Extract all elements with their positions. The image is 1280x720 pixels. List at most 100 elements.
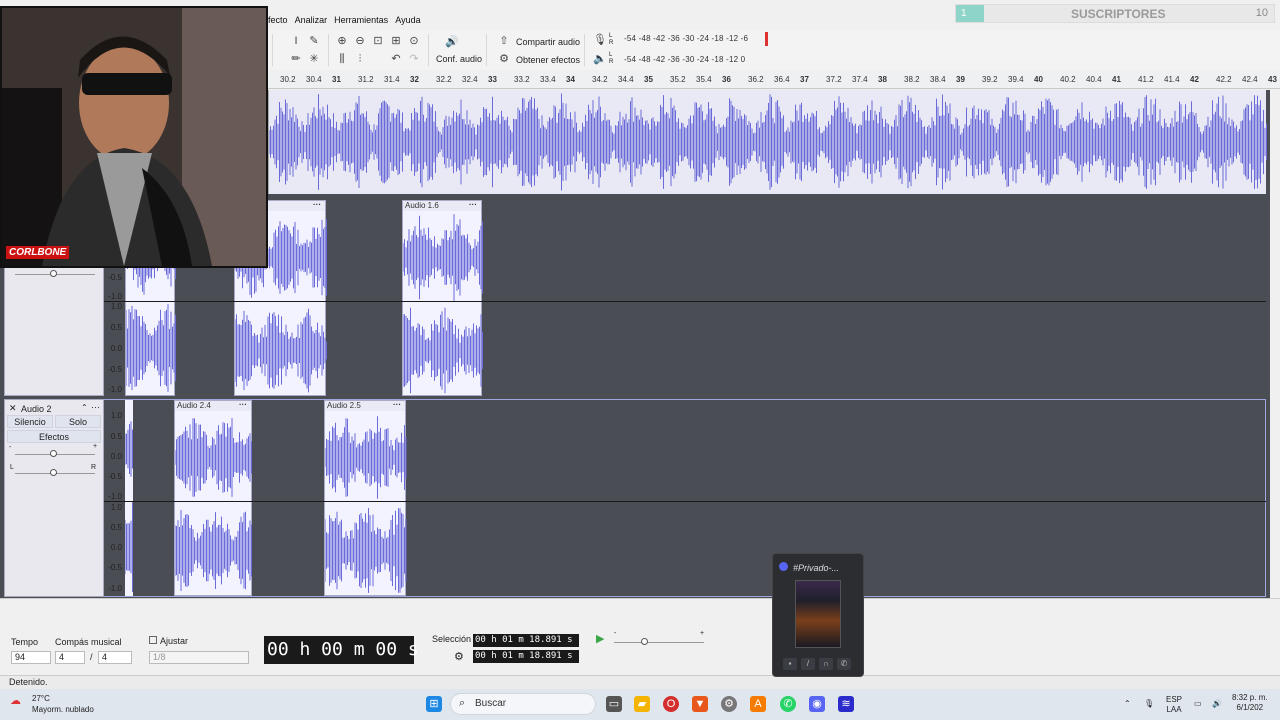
menu-effect[interactable]: fecto (268, 15, 288, 25)
track1-scale-label: 0.0 (110, 344, 122, 353)
clip-menu-icon[interactable]: ··· (239, 400, 247, 410)
mic-icon[interactable]: 🎙 (592, 32, 608, 48)
track2-clip-header[interactable]: Audio 2.5 ··· (325, 400, 405, 411)
zoom-in-icon[interactable]: ⊕ (334, 33, 350, 49)
menu-analyze[interactable]: Analizar (295, 15, 328, 25)
selection-start[interactable]: 00 h 01 m 18.891 s (473, 634, 579, 647)
track2-solo-button[interactable]: Solo (55, 415, 101, 428)
audio-setup-label[interactable]: Conf. audio (436, 54, 482, 64)
audio-setup-icon[interactable]: 🔊 (444, 34, 460, 50)
opera-icon[interactable]: O (663, 696, 679, 712)
popup-thumbnail[interactable] (795, 580, 841, 648)
time-display[interactable]: 00 h 00 m 00 s (264, 636, 419, 664)
draw-tool-icon[interactable]: ✏ (288, 51, 304, 67)
clip-menu-icon[interactable]: ··· (469, 200, 477, 210)
discord-taskbar-icon[interactable]: ◉ (809, 696, 825, 712)
menu-tools[interactable]: Herramientas (334, 15, 388, 25)
ruler-tick-label: 31 (332, 75, 341, 84)
envelope-tool-icon[interactable]: ✎ (306, 33, 322, 49)
record-meter[interactable]: -54 -48 -42 -36 -30 -24 -18 -12 -6 (624, 34, 748, 43)
volume-icon[interactable]: 🔊 (1212, 699, 1222, 709)
weather-widget[interactable]: 27°C Mayorm. nublado (32, 693, 94, 715)
fit-selection-icon[interactable]: ⊡ (370, 33, 386, 49)
ruler-tick-label: 40 (1034, 75, 1043, 84)
start-icon[interactable]: ⊞ (426, 696, 442, 712)
settings-icon[interactable]: ⚙ (721, 696, 737, 712)
selection-end[interactable]: 00 h 01 m 18.891 s (473, 650, 579, 663)
undo-icon[interactable]: ↶ (388, 51, 404, 67)
task-view-icon[interactable]: ▭ (606, 696, 622, 712)
track2-effects-button[interactable]: Efectos (7, 430, 101, 443)
zoom-out-icon[interactable]: ⊖ (352, 33, 368, 49)
zoom-toggle-icon[interactable]: ⊙ (406, 33, 422, 49)
disconnect-icon[interactable]: ✆ (837, 658, 851, 670)
play-at-speed-icon[interactable]: ▶ (596, 632, 604, 645)
clip-menu-icon[interactable]: ··· (313, 200, 321, 210)
selection-settings-icon[interactable]: ⚙ (454, 650, 464, 663)
search-icon: ⌕ (459, 697, 466, 709)
camera-icon[interactable]: ▪ (783, 658, 797, 670)
speaker-icon[interactable]: 🔈 (592, 51, 608, 67)
share-audio-icon[interactable]: ⇧ (496, 33, 512, 49)
track2-name[interactable]: Audio 2 (21, 404, 52, 414)
get-effects-button[interactable]: Obtener efectos (516, 55, 580, 65)
taskbar: ☁ 27°C Mayorm. nublado ⊞ ⌕ Buscar ▭ ▰ O … (0, 689, 1280, 720)
speed-minus: - (614, 630, 617, 637)
track2-scale-label: 0.0 (110, 543, 122, 552)
fit-project-icon[interactable]: ⊞ (388, 33, 404, 49)
mic-muted-icon[interactable]: / (801, 658, 815, 670)
trim-icon[interactable]: ⫼ (334, 51, 350, 67)
discord-preview-popup[interactable]: #Privado-... ▪ / ∩ ✆ (772, 553, 864, 677)
get-effects-icon[interactable]: ⚙ (496, 51, 512, 67)
ruler-tick-label: 42.2 (1216, 75, 1232, 84)
track2-scale-label: 1.0 (110, 411, 122, 420)
share-audio-button[interactable]: Compartir audio (516, 37, 580, 47)
snap-checkbox[interactable] (149, 636, 157, 644)
upper-track-clip[interactable] (268, 90, 1267, 194)
track2-mute-button[interactable]: Silencio (7, 415, 53, 428)
track1-clip-header[interactable]: Audio 1.6 ··· (403, 200, 481, 211)
tray-overflow-icon[interactable]: ⌃ (1124, 699, 1131, 709)
playback-speed-knob[interactable] (641, 638, 648, 645)
language-indicator[interactable]: ESP LAA (1166, 695, 1182, 715)
tempo-input[interactable]: 94 (11, 651, 51, 664)
track2-clip[interactable]: Audio 2.5 ··· (324, 400, 407, 596)
audacity-icon[interactable]: ≋ (838, 696, 854, 712)
brave-icon[interactable]: ▼ (692, 696, 708, 712)
network-icon[interactable]: ▭ (1194, 699, 1202, 709)
playback-speed-slider[interactable] (614, 642, 704, 643)
track2-menu-icon[interactable]: ··· (91, 402, 100, 412)
track1-pan-knob[interactable] (50, 270, 57, 277)
multi-tool-icon[interactable]: ✳ (306, 51, 322, 67)
menu-help[interactable]: Ayuda (395, 15, 420, 25)
horizontal-scroll-area[interactable] (0, 598, 1280, 625)
app-icon[interactable]: A (750, 696, 766, 712)
ruler-tick-label: 34.2 (592, 75, 608, 84)
track2-clip[interactable] (125, 400, 133, 596)
time-signature-numerator[interactable]: 4 (55, 651, 85, 664)
redo-icon[interactable]: ↷ (406, 51, 422, 67)
track1-clip[interactable]: Audio 1.6 ··· (402, 200, 483, 396)
timeline-ruler[interactable]: 30.2 30.4 31 31.2 31.4 32 32.2 32.4 33 33.2 33.4 34… (268, 72, 1280, 89)
file-explorer-icon[interactable]: ▰ (634, 696, 650, 712)
track2-clip[interactable]: Audio 2.4 ··· (174, 400, 252, 596)
taskbar-search[interactable]: ⌕ Buscar (450, 693, 596, 715)
silence-icon[interactable]: ⫶ (352, 51, 368, 67)
clip-menu-icon[interactable]: ··· (393, 400, 401, 410)
track2-clip-header[interactable]: Audio 2.4 ··· (175, 400, 251, 411)
tray-mic-icon[interactable]: 🎙 (1144, 699, 1154, 709)
playback-meter[interactable]: -54 -48 -42 -36 -30 -24 -18 -12 0 (624, 55, 745, 64)
weather-icon[interactable]: ☁ (10, 694, 21, 707)
select-tool-icon[interactable]: I (288, 33, 304, 49)
time-signature-label: Compás musical (55, 637, 122, 647)
track2-close-icon[interactable]: ✕ (9, 403, 17, 414)
whatsapp-icon[interactable]: ✆ (780, 696, 796, 712)
region-code: LAA (1166, 705, 1182, 714)
track2-collapse-icon[interactable]: ⌃ (81, 403, 88, 412)
snap-select[interactable]: 1/8 (149, 651, 249, 664)
track2-pan-knob[interactable] (50, 469, 57, 476)
time-signature-denominator[interactable]: 4 (98, 651, 132, 664)
headphones-icon[interactable]: ∩ (819, 658, 833, 670)
clock[interactable]: 8:32 p. m. 6/1/202 (1232, 693, 1268, 713)
track2-gain-knob[interactable] (50, 450, 57, 457)
